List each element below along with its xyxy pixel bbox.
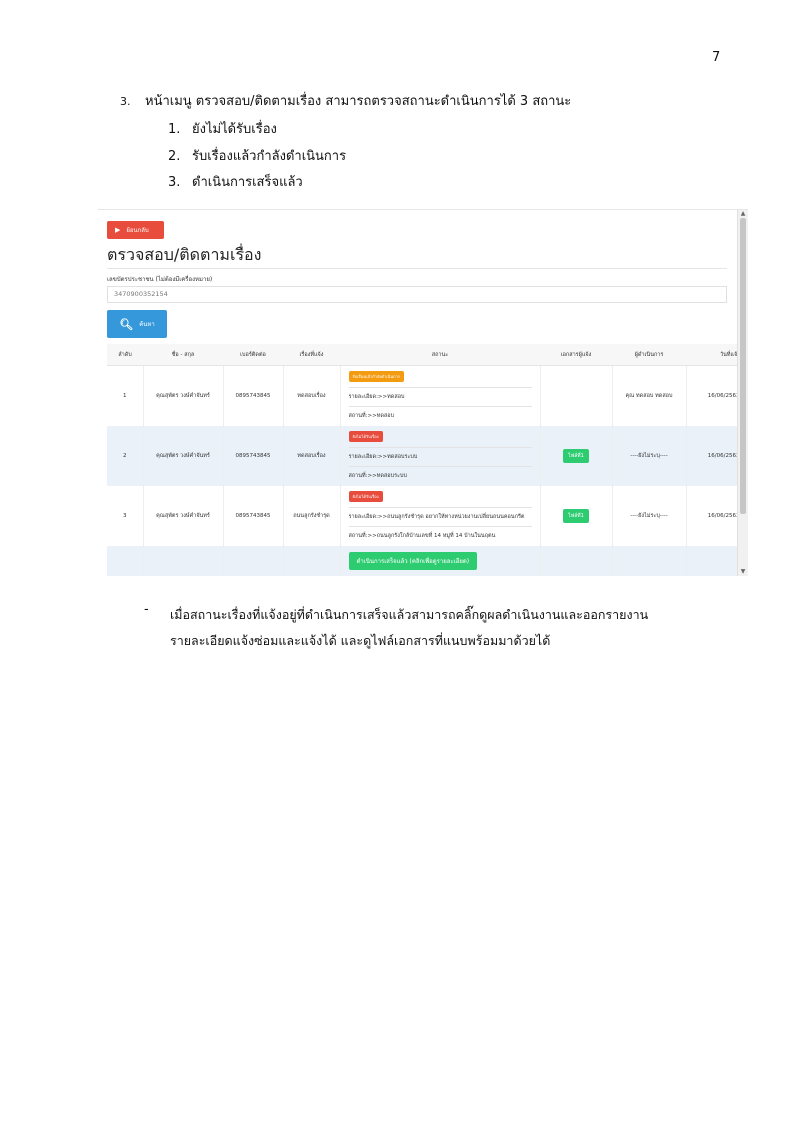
section-title: หน้าเมนู ตรวจสอบ/ติดตามเรื่อง สามารถตรวจ… — [145, 94, 572, 109]
status-cell: ดำเนินการเสร็จแล้ว (คลิกเพื่อดูรายละเอีย… — [340, 545, 541, 576]
table-row[interactable]: 2 คุณสุพัตร วงษ์คำจันทร์ 0895743845 ทดสอ… — [107, 425, 742, 486]
status-badge: รับเรื่องแล้วกำลังดำเนินการ — [348, 371, 404, 383]
scrollbar[interactable]: ▲ ▼ — [737, 210, 748, 576]
section-number: 3. — [120, 95, 131, 108]
scroll-down-icon[interactable]: ▼ — [739, 568, 747, 576]
search-button[interactable]: 🔍︎ ค้นหา — [107, 310, 167, 338]
id-field-label: เลขบัตรประชาชน (ไม่ต้องมีเครื่องหมาย) — [107, 276, 213, 283]
status-badge: ยังไม่ได้รับเรื่อง — [348, 491, 383, 502]
id-card-input[interactable]: 3470900352154 — [107, 286, 727, 303]
column-header: เรื่องที่แจ้ง — [283, 344, 340, 366]
column-header: ชื่อ - สกุล — [143, 344, 223, 366]
table-row[interactable]: 1 คุณสุพัตร วงษ์คำจันทร์ 0895743845 ทดสอ… — [107, 365, 742, 426]
scrollbar-thumb[interactable] — [740, 218, 746, 514]
page-title: ตรวจสอบ/ติดตามเรื่อง — [107, 245, 262, 264]
bullet-dash: - — [144, 602, 149, 617]
status-cell: ยังไม่ได้รับเรื่อง รายละเอียด:>>ถนนลูกรั… — [340, 485, 541, 546]
done-details-button[interactable]: ดำเนินการเสร็จแล้ว (คลิกเพื่อดูรายละเอีย… — [348, 551, 478, 570]
column-header: วันที่แจ้ง — [686, 344, 741, 366]
table-row[interactable]: ดำเนินการเสร็จแล้ว (คลิกเพื่อดูรายละเอีย… — [107, 545, 742, 576]
search-icon: 🔍︎ — [119, 317, 134, 331]
file-button[interactable]: ไฟล์ที่1 — [563, 448, 589, 463]
table-header: ลำดับ ชื่อ - สกุล เบอร์ติดต่อ เรื่องที่แ… — [107, 344, 741, 366]
list-item: 1. ยังไม่ได้รับเรื่อง — [168, 122, 277, 137]
bullet-text: เมื่อสถานะเรื่องที่แจ้งอยู่ที่ดำเนินการเ… — [170, 607, 649, 648]
table-row[interactable]: 3 คุณสุพัตร วงษ์คำจันทร์ 0895743845 ถนนล… — [107, 485, 742, 546]
divider — [107, 268, 727, 269]
status-cell: ยังไม่ได้รับเรื่อง รายละเอียด:>>ทดสอบระบ… — [340, 425, 541, 486]
column-header: เอกสารผู้แจ้ง — [540, 344, 612, 366]
results-table: ลำดับ ชื่อ - สกุล เบอร์ติดต่อ เรื่องที่แ… — [107, 344, 742, 576]
column-header: เบอร์ติดต่อ — [223, 344, 283, 366]
file-button[interactable]: ไฟล์ที่1 — [563, 508, 589, 523]
status-cell: รับเรื่องแล้วกำลังดำเนินการ รายละเอียด:>… — [340, 365, 541, 426]
list-item: 3. ดำเนินการเสร็จแล้ว — [168, 175, 303, 190]
page-number: 7 — [712, 50, 721, 65]
status-list: 1. ยังไม่ได้รับเรื่อง 2. รับเรื่องแล้วกำลั… — [168, 117, 346, 197]
play-icon: ▶ — [115, 226, 121, 234]
column-header: สถานะ — [340, 344, 540, 366]
scroll-up-icon[interactable]: ▲ — [739, 210, 747, 218]
status-badge: ยังไม่ได้รับเรื่อง — [348, 431, 383, 442]
column-header: ลำดับ — [107, 344, 143, 366]
app-screenshot: ▶ ย้อนกลับ ตรวจสอบ/ติดตามเรื่อง เลขบัตรปร… — [98, 209, 748, 576]
column-header: ผู้ดำเนินการ — [612, 344, 686, 366]
list-item: 2. รับเรื่องแล้วกำลังดำเนินการ — [168, 148, 347, 164]
back-button[interactable]: ▶ ย้อนกลับ — [107, 221, 164, 239]
section-heading: 3. หน้าเมนู ตรวจสอบ/ติดตามเรื่อง สามารถตร… — [120, 90, 571, 111]
